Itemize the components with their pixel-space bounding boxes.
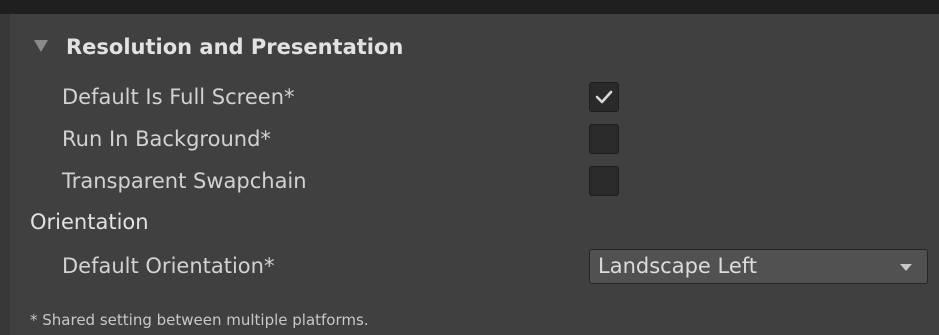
transparent-swapchain-label: Transparent Swapchain [62, 169, 307, 193]
run-in-background-checkbox[interactable] [589, 124, 619, 154]
section-header-resolution-and-presentation[interactable]: Resolution and Presentation [66, 35, 403, 59]
checkmark-icon [595, 90, 613, 104]
triangle-down-icon[interactable] [34, 40, 48, 52]
default-orientation-label: Default Orientation* [62, 254, 275, 278]
player-settings-window: Resolution and Presentation Default Is F… [0, 0, 939, 335]
top-strip [0, 0, 939, 14]
shared-setting-footnote: * Shared setting between multiple platfo… [30, 311, 369, 329]
run-in-background-label: Run In Background* [62, 127, 271, 151]
default-orientation-value: Landscape Left [598, 254, 757, 278]
chevron-down-icon [900, 264, 912, 271]
default-is-full-screen-label: Default Is Full Screen* [62, 85, 295, 109]
transparent-swapchain-checkbox[interactable] [589, 166, 619, 196]
orientation-section-label: Orientation [30, 210, 149, 234]
default-orientation-dropdown[interactable]: Landscape Left [589, 249, 928, 284]
default-is-full-screen-checkbox[interactable] [589, 82, 619, 112]
